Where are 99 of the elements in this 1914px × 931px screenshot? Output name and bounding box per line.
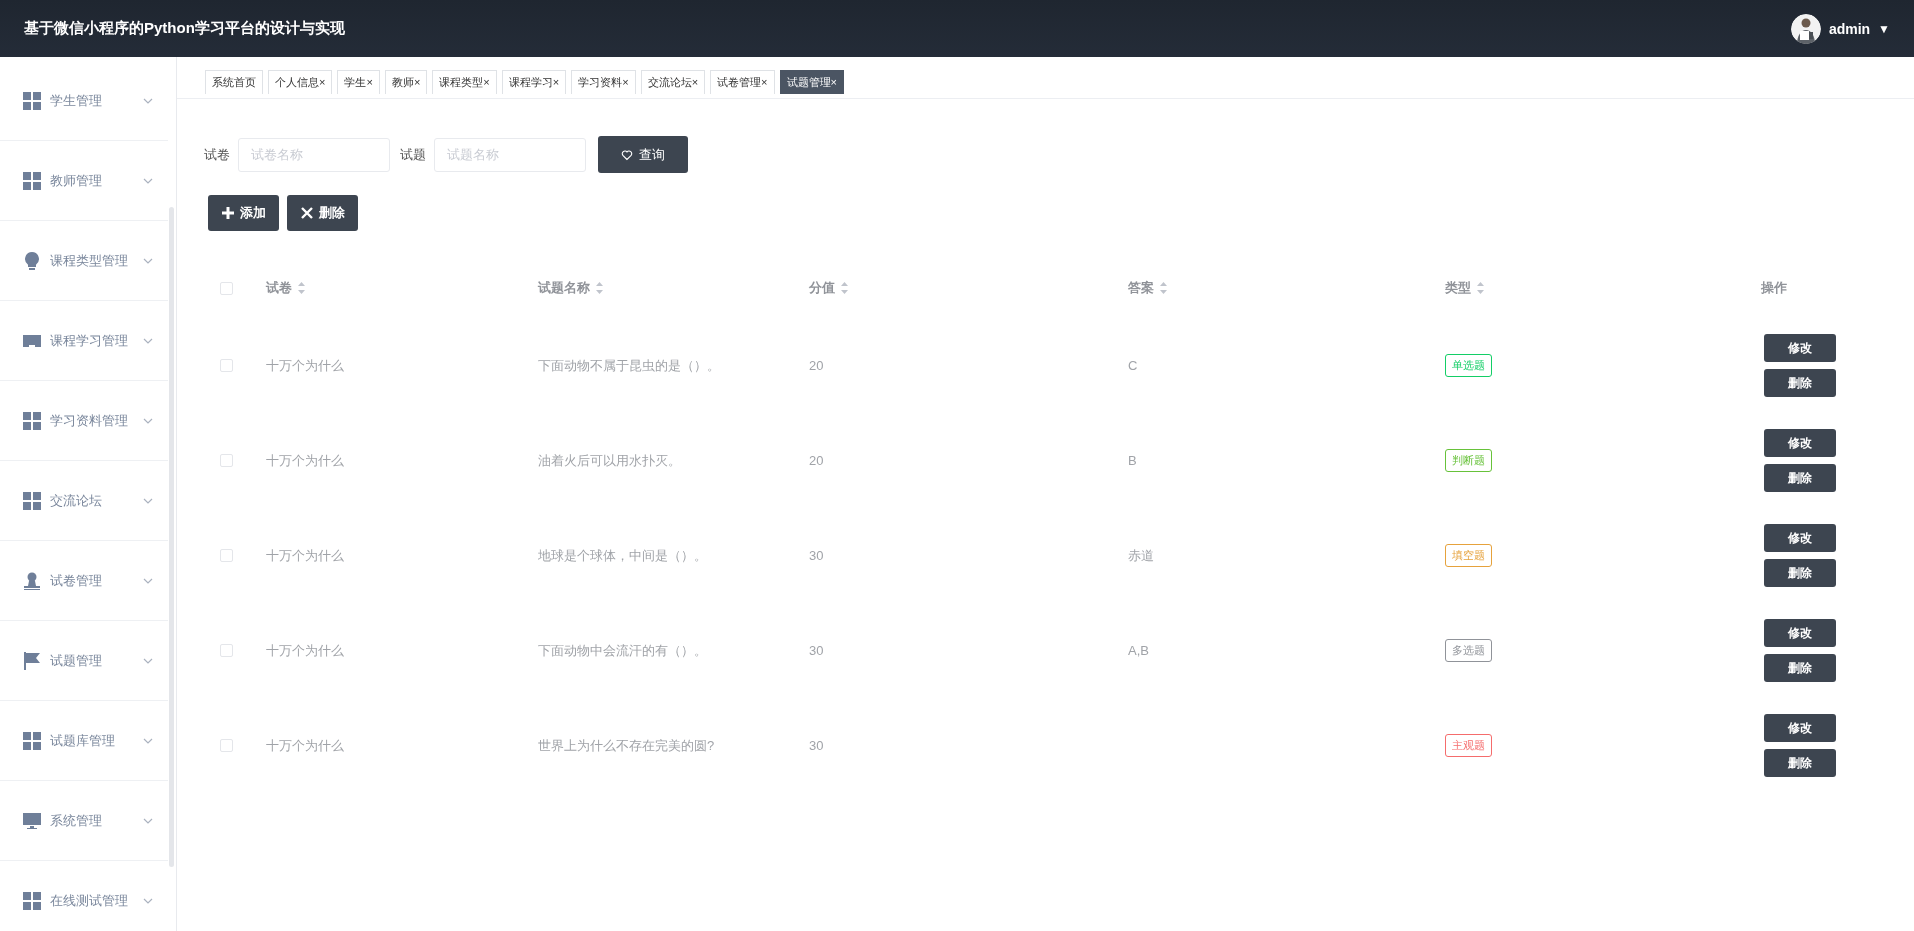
- stamp-icon: [22, 570, 42, 591]
- tab[interactable]: 试题管理×: [779, 70, 844, 94]
- table-cell: 下面动物不属于昆虫的是（）。: [538, 356, 720, 375]
- checkbox[interactable]: [220, 549, 233, 562]
- checkbox[interactable]: [220, 359, 233, 372]
- tab[interactable]: 课程类型×: [432, 70, 497, 94]
- field-label: 试卷: [204, 145, 230, 164]
- sort-icon[interactable]: [298, 282, 305, 294]
- tab[interactable]: 学习资料×: [571, 70, 636, 94]
- grid-icon: [22, 410, 42, 431]
- table-cell: 世界上为什么不存在完美的圆?: [538, 736, 715, 755]
- type-tag: 判断题: [1445, 449, 1492, 472]
- tab[interactable]: 个人信息×: [268, 70, 333, 94]
- search-button[interactable]: 查询: [598, 136, 688, 173]
- grid-icon: [22, 90, 42, 111]
- tab[interactable]: 试卷管理×: [710, 70, 775, 94]
- flag-icon: [22, 650, 42, 671]
- add-button[interactable]: 添加: [208, 195, 279, 231]
- delete-button[interactable]: 删除: [287, 195, 358, 231]
- type-tag: 主观题: [1445, 734, 1492, 757]
- grid-icon: [22, 730, 42, 751]
- tab[interactable]: 交流论坛×: [640, 70, 706, 94]
- table-cell: 下面动物中会流汗的有（）。: [538, 641, 707, 660]
- table-cell: 油着火后可以用水扑灭。: [538, 451, 681, 470]
- sidebar-label: 交流论坛: [50, 491, 103, 510]
- checkbox[interactable]: [220, 739, 233, 752]
- sidebar-item[interactable]: 交流论坛: [0, 461, 168, 541]
- plus-icon: [221, 207, 234, 219]
- table-cell: 30: [809, 738, 824, 753]
- sidebar-label: 教师管理: [50, 171, 103, 190]
- checkbox[interactable]: [220, 454, 233, 467]
- delete-button[interactable]: 删除: [1764, 654, 1836, 682]
- sidebar-label: 试卷管理: [50, 571, 103, 590]
- sidebar-label: 在线测试管理: [50, 891, 129, 910]
- delete-button[interactable]: 删除: [1764, 464, 1836, 492]
- field-label: 试题: [400, 145, 426, 164]
- sidebar-label: 学习资料管理: [50, 411, 129, 430]
- scrollbar[interactable]: [169, 207, 174, 867]
- sidebar-item[interactable]: 课程学习管理: [0, 301, 168, 381]
- table-cell: 十万个为什么: [266, 641, 344, 660]
- table-cell: 十万个为什么: [266, 451, 344, 470]
- table-cell: 20: [809, 358, 824, 373]
- table-cell: C: [1128, 358, 1138, 373]
- sidebar-label: 学生管理: [50, 91, 103, 110]
- close-icon: [300, 207, 313, 219]
- sort-icon[interactable]: [596, 282, 603, 294]
- table-cell: 30: [809, 643, 824, 658]
- table-cell: 十万个为什么: [266, 546, 344, 565]
- sidebar-item[interactable]: 学习资料管理: [0, 381, 168, 461]
- table-cell: 十万个为什么: [266, 356, 344, 375]
- caret-icon[interactable]: ▼: [1878, 21, 1890, 36]
- table-cell: 赤道: [1128, 546, 1154, 565]
- tab[interactable]: 学生×: [337, 70, 380, 94]
- sidebar-item[interactable]: 学生管理: [0, 61, 168, 141]
- monitor-icon: [22, 810, 42, 831]
- sidebar-item[interactable]: 教师管理: [0, 141, 168, 221]
- sidebar-label: 试题管理: [50, 651, 103, 670]
- sidebar-item[interactable]: 系统管理: [0, 781, 168, 861]
- sidebar-item[interactable]: 课程类型管理: [0, 221, 168, 301]
- sidebar-item[interactable]: 试题管理: [0, 621, 168, 701]
- tab[interactable]: 课程学习×: [501, 70, 567, 94]
- tab[interactable]: 系统首页: [205, 70, 263, 94]
- sidebar-label: 课程学习管理: [50, 331, 129, 350]
- sidebar-label: 试题库管理: [50, 731, 116, 750]
- tab[interactable]: 教师×: [384, 70, 428, 94]
- grid-icon: [22, 490, 42, 511]
- table-cell: B: [1128, 453, 1137, 468]
- delete-button[interactable]: 删除: [1764, 369, 1836, 397]
- table-cell: 30: [809, 548, 824, 563]
- edit-button[interactable]: 修改: [1764, 619, 1836, 647]
- sidebar-label: 课程类型管理: [50, 251, 129, 270]
- grid-icon: [22, 890, 42, 911]
- type-tag: 多选题: [1445, 639, 1492, 662]
- app-title: 基于微信小程序的Python学习平台的设计与实现: [24, 19, 345, 38]
- lightbulb-icon: [22, 250, 42, 271]
- type-tag: 填空题: [1445, 544, 1492, 567]
- sort-icon[interactable]: [1477, 282, 1484, 294]
- sidebar-label: 系统管理: [50, 811, 103, 830]
- table-cell: 20: [809, 453, 824, 468]
- checkbox[interactable]: [220, 281, 233, 295]
- sort-icon[interactable]: [841, 282, 848, 294]
- sidebar-item[interactable]: 在线测试管理: [0, 861, 168, 931]
- edit-button[interactable]: 修改: [1764, 524, 1836, 552]
- sort-icon[interactable]: [1160, 282, 1167, 294]
- edit-button[interactable]: 修改: [1764, 334, 1836, 362]
- table-cell: A,B: [1128, 643, 1149, 658]
- type-tag: 单选题: [1445, 354, 1492, 377]
- edit-button[interactable]: 修改: [1764, 429, 1836, 457]
- delete-button[interactable]: 删除: [1764, 749, 1836, 777]
- sidebar-item[interactable]: 试题库管理: [0, 701, 168, 781]
- checkbox[interactable]: [220, 644, 233, 657]
- heart-icon: [621, 148, 633, 161]
- sidebar-item[interactable]: 试卷管理: [0, 541, 168, 621]
- delete-button[interactable]: 删除: [1764, 559, 1836, 587]
- user-name[interactable]: admin: [1828, 20, 1871, 37]
- edit-button[interactable]: 修改: [1764, 714, 1836, 742]
- table-cell: 十万个为什么: [266, 736, 344, 755]
- grid-icon: [22, 170, 42, 191]
- table-cell: 地球是个球体，中间是（）。: [538, 546, 707, 565]
